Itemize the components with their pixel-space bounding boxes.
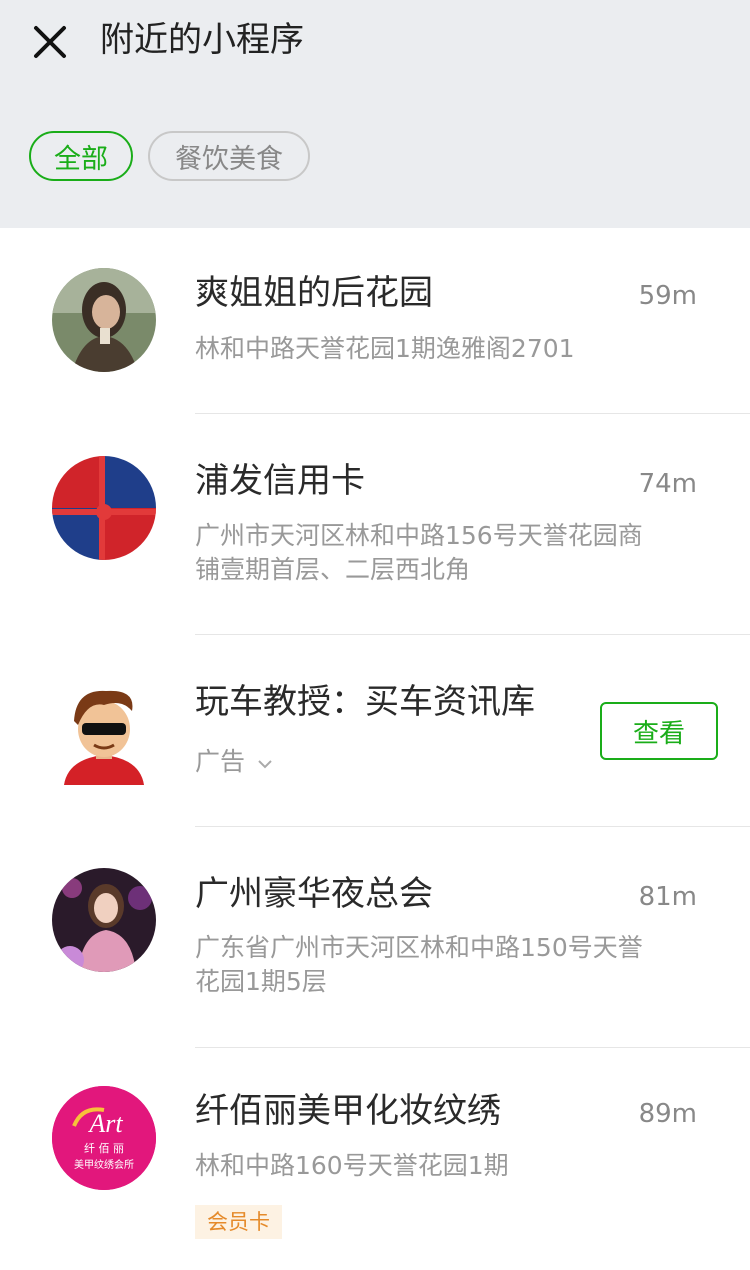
item-address: 林和中路160号天誉花园1期 [195, 1151, 509, 1180]
item-distance: 59m [638, 281, 697, 311]
list-item[interactable]: 爽姐姐的后花园 59m 林和中路天誉花园1期逸雅阁2701 [0, 228, 750, 414]
item-address-line2: 花园1期5层 [195, 967, 327, 996]
item-name: 广州豪华夜总会 [195, 874, 433, 914]
item-name: 爽姐姐的后花园 [195, 273, 433, 313]
chevron-down-icon [258, 760, 272, 769]
ad-label[interactable]: 广告 [195, 745, 273, 779]
item-distance: 81m [638, 882, 697, 912]
avatar: Art 纤 佰 丽 美甲纹绣会所 [52, 1086, 156, 1190]
list-item[interactable]: 广州豪华夜总会 81m 广东省广州市天河区林和中路150号天誉 花园1期5层 [0, 827, 750, 1048]
item-address: 林和中路天誉花园1期逸雅阁2701 [195, 334, 575, 363]
avatar [52, 268, 156, 372]
avatar [52, 456, 156, 560]
member-card-badge: 会员卡 [195, 1205, 282, 1239]
list-item-ad[interactable]: 玩车教授：买车资讯库 查看 广告 [0, 635, 750, 827]
chip-all[interactable]: 全部 [29, 131, 133, 181]
ad-label-text: 广告 [195, 747, 246, 776]
avatar [52, 681, 156, 785]
item-address-line1: 广东省广州市天河区林和中路150号天誉 [195, 933, 643, 962]
view-button[interactable]: 查看 [600, 702, 718, 760]
logo-sub-text: 美甲纹绣会所 [74, 1158, 134, 1171]
category-chips: 全部 餐饮美食 [29, 131, 325, 181]
logo-art-text: Art [87, 1109, 123, 1138]
page-title: 附近的小程序 [100, 20, 304, 60]
list-item[interactable]: 浦发信用卡 74m 广州市天河区林和中路156号天誉花园商 铺壹期首层、二层西北… [0, 414, 750, 635]
chip-food[interactable]: 餐饮美食 [148, 131, 310, 181]
item-name: 浦发信用卡 [195, 461, 365, 501]
item-address-line1: 广州市天河区林和中路156号天誉花园商 [195, 521, 643, 550]
close-icon[interactable] [30, 22, 70, 62]
avatar [52, 868, 156, 972]
item-name: 纤佰丽美甲化妆纹绣 [195, 1091, 501, 1131]
item-address-line2: 铺壹期首层、二层西北角 [195, 555, 471, 584]
item-distance: 74m [638, 469, 697, 499]
item-distance: 89m [638, 1099, 697, 1129]
header-bar: 附近的小程序 全部 餐饮美食 [0, 0, 750, 228]
logo-brand-text: 纤 佰 丽 [84, 1142, 124, 1155]
item-name: 玩车教授：买车资讯库 [195, 682, 535, 722]
list-item[interactable]: Art 纤 佰 丽 美甲纹绣会所 纤佰丽美甲化妆纹绣 89m 林和中路160号天… [0, 1048, 750, 1270]
